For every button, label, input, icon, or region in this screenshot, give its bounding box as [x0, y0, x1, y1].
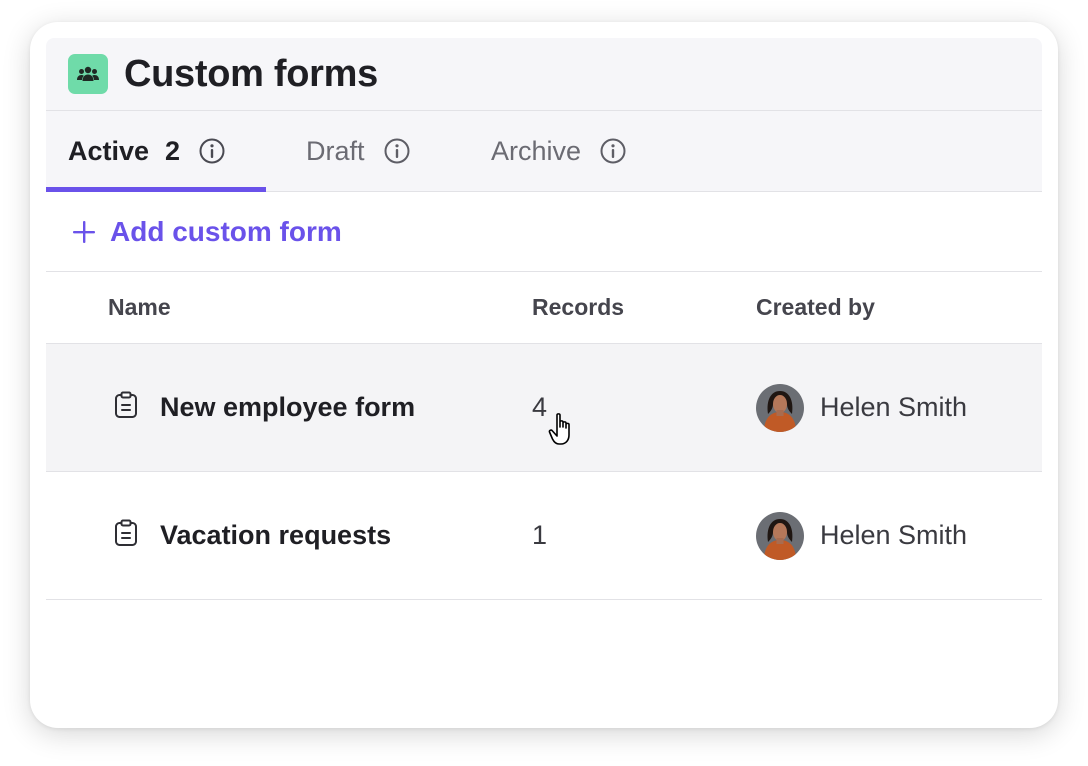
creator-name[interactable]: Helen Smith [820, 392, 967, 423]
info-icon[interactable] [383, 137, 411, 165]
tab-draft[interactable]: Draft [306, 111, 411, 191]
add-custom-form-label: Add custom form [110, 215, 342, 247]
table-header: Name Records Created by [46, 272, 1042, 344]
info-icon[interactable] [599, 137, 627, 165]
table-row[interactable]: Vacation requests 1 Helen Smith [46, 472, 1042, 600]
actions-bar: Add custom form [46, 192, 1042, 272]
form-name-cell[interactable]: New employee form [114, 344, 415, 471]
avatar [756, 383, 804, 432]
form-name[interactable]: New employee form [160, 392, 415, 423]
column-header-records[interactable]: Records [532, 272, 624, 343]
form-name-cell[interactable]: Vacation requests [114, 472, 391, 599]
creator-name[interactable]: Helen Smith [820, 520, 967, 551]
clipboard-icon [114, 391, 138, 424]
column-header-created-by[interactable]: Created by [756, 272, 875, 343]
tab-archive-label: Archive [491, 135, 582, 166]
info-icon[interactable] [198, 137, 226, 165]
records-count: 1 [532, 520, 548, 550]
records-cell: 1 [532, 472, 547, 599]
records-count: 4 [532, 392, 548, 422]
tab-active-count: 2 [165, 135, 181, 166]
tab-active-label: Active [68, 135, 150, 166]
tab-active[interactable]: Active 2 [68, 111, 226, 191]
created-by-cell: Helen Smith [756, 344, 967, 471]
people-group-icon [68, 54, 108, 94]
plus-icon [72, 220, 96, 244]
page-title: Custom forms [124, 52, 378, 95]
clipboard-icon [114, 519, 138, 552]
avatar [756, 511, 804, 560]
records-cell: 4 [532, 344, 547, 471]
tab-archive[interactable]: Archive [491, 111, 627, 191]
form-name[interactable]: Vacation requests [160, 520, 391, 551]
table-row[interactable]: New employee form 4 Helen Smith [46, 344, 1042, 472]
tab-draft-label: Draft [306, 135, 365, 166]
custom-forms-panel: Custom forms Active 2 Draft Archive Add … [30, 22, 1058, 728]
tab-bar: Active 2 Draft Archive [46, 111, 1042, 192]
panel-header: Custom forms [46, 38, 1042, 111]
column-header-name[interactable]: Name [108, 272, 171, 343]
created-by-cell: Helen Smith [756, 472, 967, 599]
add-custom-form-button[interactable]: Add custom form [72, 216, 342, 248]
